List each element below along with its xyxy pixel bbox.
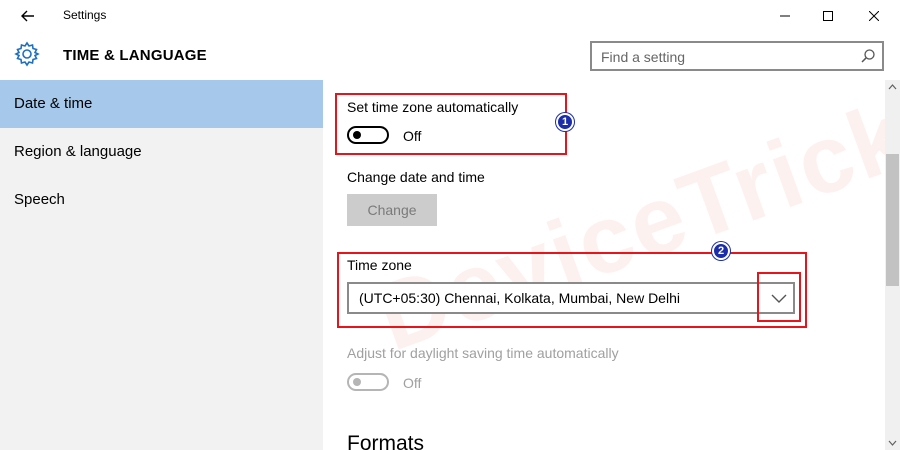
- minimize-icon: [780, 15, 790, 17]
- page-title: TIME & LANGUAGE: [63, 47, 207, 64]
- search-input[interactable]: [592, 43, 863, 71]
- change-button[interactable]: Change: [347, 194, 437, 226]
- back-button[interactable]: [14, 4, 42, 28]
- daylight-toggle[interactable]: [347, 373, 389, 391]
- scrollbar[interactable]: [885, 80, 900, 450]
- settings-header: TIME & LANGUAGE: [0, 32, 900, 80]
- gear-icon: [14, 41, 40, 67]
- search-box[interactable]: [590, 41, 884, 71]
- close-button[interactable]: [851, 0, 897, 32]
- change-date-time-label: Change date and time: [347, 169, 485, 185]
- sidebar: Date & time Region & language Speech: [0, 80, 323, 450]
- back-arrow-icon: [21, 10, 34, 22]
- search-icon[interactable]: [860, 48, 876, 64]
- daylight-state: Off: [403, 375, 422, 391]
- scroll-down-icon[interactable]: [885, 436, 900, 450]
- highlight-box-auto-timezone: [335, 93, 567, 155]
- daylight-label: Adjust for daylight saving time automati…: [347, 345, 619, 361]
- step-badge-1: 1: [556, 113, 574, 131]
- title-bar: Settings: [0, 0, 900, 32]
- sidebar-item-date-time[interactable]: Date & time: [0, 80, 323, 128]
- highlight-box-dropdown-arrow: [757, 272, 801, 322]
- maximize-button[interactable]: [805, 0, 851, 32]
- maximize-icon: [823, 11, 833, 21]
- toggle-knob: [353, 378, 361, 386]
- minimize-button[interactable]: [762, 0, 808, 32]
- formats-heading: Formats: [347, 432, 425, 450]
- step-badge-2: 2: [712, 242, 730, 260]
- highlight-box-time-zone: [337, 252, 807, 328]
- window-title: Settings: [63, 8, 107, 22]
- sidebar-item-speech[interactable]: Speech: [0, 176, 323, 224]
- sidebar-item-region-language[interactable]: Region & language: [0, 128, 323, 176]
- close-icon: [869, 11, 879, 21]
- scroll-thumb[interactable]: [886, 154, 899, 286]
- scroll-up-icon[interactable]: [885, 80, 900, 94]
